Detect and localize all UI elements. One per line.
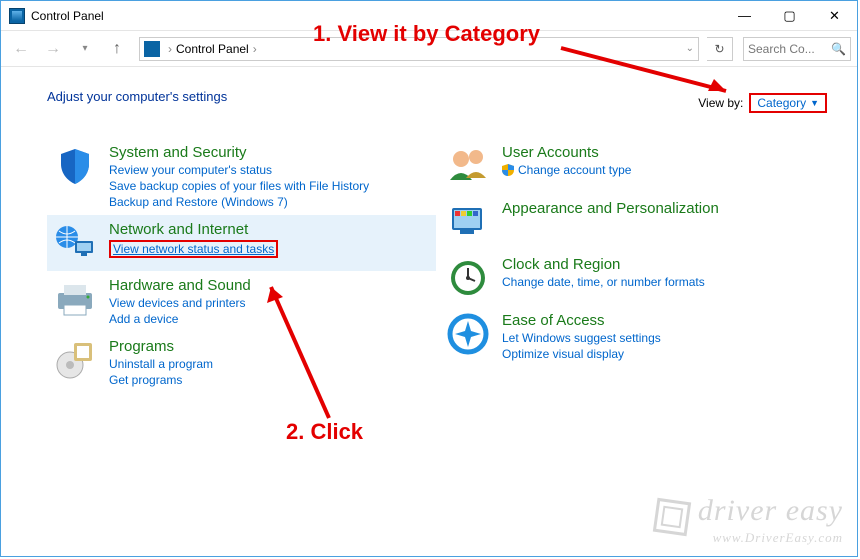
watermark-brand: driver easy (698, 494, 843, 527)
link-get-programs[interactable]: Get programs (109, 373, 213, 387)
watermark-icon (653, 498, 691, 536)
category-title[interactable]: System and Security (109, 144, 369, 161)
chevron-right-icon: › (168, 42, 172, 56)
category-clock-region: Clock and Region Change date, time, or n… (440, 250, 829, 306)
control-panel-icon (9, 8, 25, 24)
network-icon (53, 221, 97, 265)
up-button[interactable]: ↑ (103, 35, 131, 63)
watermark: driver easy www.DriverEasy.com (655, 494, 843, 546)
right-column: User Accounts Change account type Appear… (436, 138, 829, 393)
category-ease-of-access: Ease of Access Let Windows suggest setti… (440, 306, 829, 367)
view-by-value: Category (757, 96, 806, 110)
chevron-down-icon: ▼ (810, 98, 819, 108)
category-appearance-personalization: Appearance and Personalization (440, 194, 829, 250)
link-optimize-display[interactable]: Optimize visual display (502, 347, 661, 361)
window: Control Panel — ▢ ✕ ← → ▾ ↑ › Control Pa… (0, 0, 858, 557)
breadcrumb[interactable]: Control Panel (176, 42, 249, 56)
category-title[interactable]: Network and Internet (109, 221, 278, 238)
close-button[interactable]: ✕ (812, 1, 857, 30)
category-title[interactable]: Appearance and Personalization (502, 200, 719, 217)
link-backup-restore[interactable]: Backup and Restore (Windows 7) (109, 195, 369, 209)
category-system-security: System and Security Review your computer… (47, 138, 436, 215)
user-accounts-icon (446, 144, 490, 188)
back-button[interactable]: ← (7, 35, 35, 63)
link-devices-printers[interactable]: View devices and printers (109, 296, 251, 310)
maximize-button[interactable]: ▢ (767, 1, 812, 30)
shield-icon (53, 144, 97, 188)
ease-of-access-icon (446, 312, 490, 356)
link-file-history[interactable]: Save backup copies of your files with Fi… (109, 179, 369, 193)
clock-icon (446, 256, 490, 300)
forward-button[interactable]: → (39, 35, 67, 63)
category-title[interactable]: Clock and Region (502, 256, 705, 273)
link-uninstall-program[interactable]: Uninstall a program (109, 357, 213, 371)
link-suggest-settings[interactable]: Let Windows suggest settings (502, 331, 661, 345)
recent-locations-button[interactable]: ▾ (71, 35, 99, 63)
search-placeholder: Search Co... (748, 42, 815, 56)
link-review-status[interactable]: Review your computer's status (109, 163, 369, 177)
link-add-device[interactable]: Add a device (109, 312, 251, 326)
uac-shield-icon (502, 164, 514, 176)
category-user-accounts: User Accounts Change account type (440, 138, 829, 194)
link-change-account-type[interactable]: Change account type (518, 163, 631, 177)
programs-icon (53, 338, 97, 382)
category-title[interactable]: User Accounts (502, 144, 631, 161)
printer-icon (53, 277, 97, 321)
search-input[interactable]: Search Co... 🔍 (743, 37, 851, 61)
minimize-button[interactable]: — (722, 1, 767, 30)
chevron-right-icon: › (253, 42, 257, 56)
appearance-icon (446, 200, 490, 244)
window-title: Control Panel (31, 9, 104, 23)
category-title[interactable]: Hardware and Sound (109, 277, 251, 294)
window-buttons: — ▢ ✕ (722, 1, 857, 30)
annotation-arrow-1 (556, 43, 756, 103)
category-title[interactable]: Programs (109, 338, 213, 355)
search-icon: 🔍 (831, 42, 846, 56)
annotation-step1: 1. View it by Category (313, 21, 540, 47)
category-network-internet: Network and Internet View network status… (47, 215, 436, 271)
link-date-time-formats[interactable]: Change date, time, or number formats (502, 275, 705, 289)
view-by-dropdown[interactable]: Category ▼ (749, 93, 827, 113)
link-network-status-tasks[interactable]: View network status and tasks (109, 240, 278, 258)
category-title[interactable]: Ease of Access (502, 312, 661, 329)
content-area: Adjust your computer's settings View by:… (1, 67, 857, 554)
address-icon (144, 41, 160, 57)
annotation-arrow-2 (259, 273, 379, 423)
